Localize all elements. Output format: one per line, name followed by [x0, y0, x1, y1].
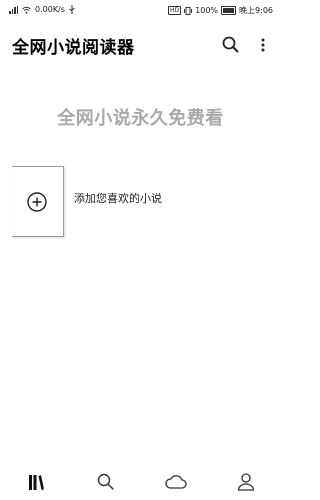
slogan-text: 全网小说永久免费看: [57, 108, 224, 129]
add-circle-icon: [27, 192, 47, 212]
hd-badge: HD: [168, 6, 182, 15]
person-icon: [237, 473, 255, 491]
nav-cloud[interactable]: [164, 470, 188, 494]
status-bar: 0.00K/s HD 100% 晚上9:06: [0, 0, 281, 22]
nav-bookshelf[interactable]: [24, 470, 48, 494]
battery-icon: [221, 6, 237, 15]
cloud-icon: [165, 475, 187, 489]
status-right: HD 100% 晚上9:06: [168, 5, 273, 16]
nav-search[interactable]: [94, 470, 118, 494]
search-icon: [97, 473, 114, 490]
clock: 晚上9:06: [239, 6, 273, 15]
add-book-label[interactable]: 添加您喜欢的小说: [74, 190, 162, 206]
battery-percent: 100%: [195, 6, 219, 15]
app-bar: 全网小说阅读器: [0, 28, 281, 62]
search-button[interactable]: [220, 34, 242, 56]
bookshelf-icon: [29, 475, 44, 490]
usb-icon: [69, 5, 75, 14]
search-icon: [222, 36, 239, 53]
vibrate-icon: [184, 6, 193, 15]
bottom-nav: [0, 460, 281, 500]
wifi-icon: [22, 6, 31, 14]
nav-profile[interactable]: [234, 470, 258, 494]
status-left: 0.00K/s: [9, 5, 75, 14]
network-speed: 0.00K/s: [35, 5, 65, 14]
app-title: 全网小说阅读器: [12, 38, 135, 58]
signal-icon: [9, 5, 18, 14]
more-vert-icon: [261, 38, 265, 52]
more-options-button[interactable]: [256, 34, 270, 56]
add-book-card[interactable]: [12, 166, 64, 237]
